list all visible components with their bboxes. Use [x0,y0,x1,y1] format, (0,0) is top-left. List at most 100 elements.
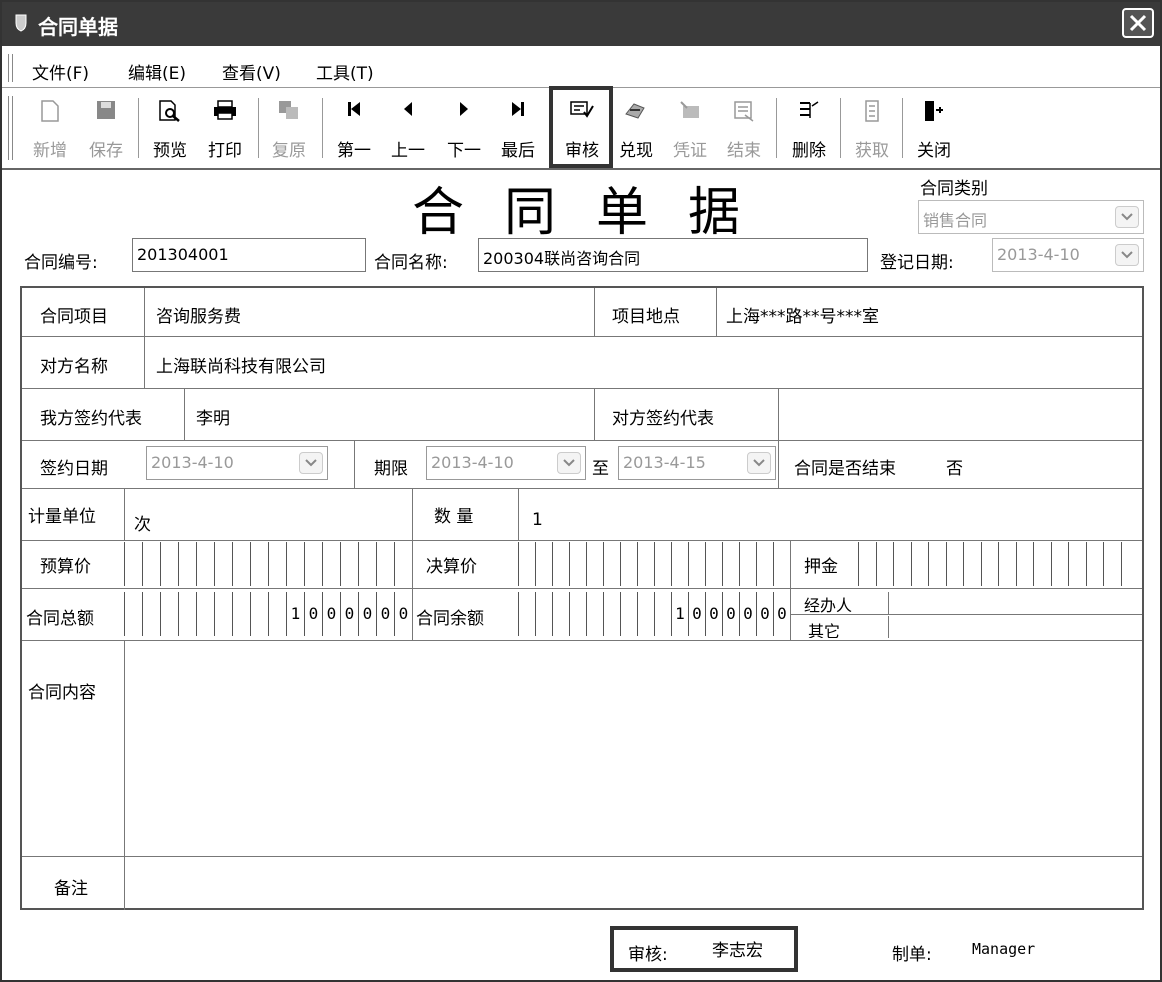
qty-label: 数 量 [434,507,474,527]
menu-view[interactable]: 查看(V) [222,59,281,84]
finished-label: 合同是否结束 [794,459,896,479]
delete-button[interactable]: 删除 [784,90,834,166]
toolbar-separator [902,98,904,158]
reg-date-picker[interactable]: 2013-4-10 [992,238,1144,272]
col-divider [412,540,413,640]
our-rep-value[interactable]: 李明 [196,404,230,429]
qty-value[interactable]: 1 [532,510,543,530]
contract-no-input[interactable]: 201304001 [132,238,366,272]
voucher-button[interactable]: 凭证 [666,90,714,166]
contract-name-input[interactable]: 200304联尚咨询合同 [478,238,868,272]
row-divider [22,440,1142,441]
dropdown-button[interactable] [1115,206,1139,228]
row-divider [22,640,1142,641]
category-select[interactable]: 销售合同 [918,200,1144,234]
deposit-label: 押金 [804,557,838,577]
preview-button[interactable]: 预览 [146,90,194,166]
col-divider [184,388,185,440]
row-divider [22,336,1142,337]
chevron-down-icon [753,459,765,467]
budget-label: 预算价 [40,557,91,577]
restore-icon [279,101,298,119]
first-button[interactable]: 第一 [330,90,378,166]
dropdown-button[interactable] [1115,244,1139,266]
next-button[interactable]: 下一 [440,90,488,166]
dropdown-button[interactable] [747,452,771,474]
finish-button[interactable]: 结束 [720,90,768,166]
budget-digit-grid[interactable] [124,542,412,586]
total-digit-grid[interactable]: 1000000 [124,592,412,636]
project-label: 合同项目 [40,307,108,327]
settle-label: 决算价 [426,557,477,577]
unit-value[interactable]: 次 [134,510,151,535]
voucher-icon [680,101,699,118]
print-button[interactable]: 打印 [200,90,250,166]
col-divider [594,288,595,336]
period-end-picker[interactable]: 2013-4-15 [618,446,776,480]
audit-button-highlight [549,86,613,168]
remark-textarea[interactable] [126,858,1140,906]
prev-button[interactable]: 上一 [384,90,432,166]
toolbar-separator [776,98,778,158]
toolbar-separator [138,98,140,158]
col-divider [716,288,717,336]
preview-icon [159,100,180,122]
col-divider [594,388,595,440]
dropdown-button[interactable] [299,452,323,474]
party-value[interactable]: 上海联尚科技有限公司 [156,352,326,377]
other-label: 其它 [808,622,841,638]
menu-grip [8,54,13,82]
settle-digit-grid[interactable] [518,542,790,586]
to-label: 至 [592,459,609,479]
exit-door-icon [925,101,943,121]
period-start-picker[interactable]: 2013-4-10 [426,446,586,480]
project-value[interactable]: 咨询服务费 [156,302,241,327]
contract-no-label: 合同编号: [24,253,98,273]
balance-label: 合同余额 [416,609,484,629]
content-textarea[interactable] [126,642,1140,854]
unit-label: 计量单位 [28,507,96,527]
maker-value: Manager [972,940,1036,958]
finished-value[interactable]: 否 [946,454,963,479]
sign-date-label: 签约日期 [40,459,108,479]
our-rep-label: 我方签约代表 [40,409,142,429]
fetch-button[interactable]: 获取 [848,90,896,166]
close-icon [1129,14,1147,32]
close-button[interactable]: 关闭 [910,90,958,166]
delete-icon [800,101,819,118]
location-value[interactable]: 上海***路**号***室 [726,302,879,327]
maker-label: 制单: [892,945,932,965]
contract-window: 合同单据 文件(F) 编辑(E) 查看(V) 工具(T) 新增 保存 预览 打印… [0,0,1162,982]
contract-name-label: 合同名称: [374,253,448,273]
party-label: 对方名称 [40,357,108,377]
first-record-icon [348,102,360,116]
deposit-digit-grid[interactable] [858,542,1138,586]
menu-edit[interactable]: 编辑(E) [128,59,186,84]
next-record-icon [460,102,468,116]
location-label: 项目地点 [612,307,680,327]
last-button[interactable]: 最后 [494,90,542,166]
col-divider [354,440,355,488]
close-window-button[interactable] [1122,8,1154,38]
audit-label: 审核: [628,945,668,965]
remark-label: 备注 [54,879,88,899]
col-divider [888,592,889,614]
handler-label: 经办人 [804,596,853,615]
new-doc-icon [41,100,59,122]
title-bar: 合同单据 [2,2,1160,46]
contract-form: 合同项目 咨询服务费 项目地点 上海***路**号***室 对方名称 上海联尚科… [20,286,1144,910]
redeem-button[interactable]: 兑现 [612,90,660,166]
menu-tools[interactable]: 工具(T) [316,59,374,84]
sign-date-picker[interactable]: 2013-4-10 [146,446,328,480]
dropdown-button[interactable] [557,452,581,474]
col-divider [144,288,145,336]
col-divider [888,616,889,638]
new-button[interactable]: 新增 [26,90,74,166]
row-divider [22,588,1142,589]
save-button[interactable]: 保存 [82,90,130,166]
menu-file[interactable]: 文件(F) [32,59,89,84]
balance-digit-grid[interactable]: 1000000 [518,592,790,636]
col-divider [790,540,791,640]
restore-button[interactable]: 复原 [264,90,314,166]
row-divider [22,856,1142,857]
